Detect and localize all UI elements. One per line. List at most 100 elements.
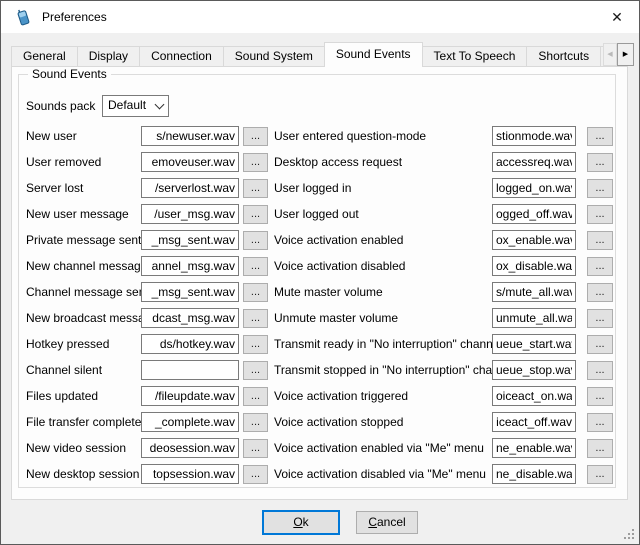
input-new-channel-message[interactable] <box>141 256 239 276</box>
browse-files-updated-button[interactable]: ... <box>243 387 268 406</box>
ok-button[interactable]: Ok <box>262 510 340 535</box>
browse-voice-activation-stopped-button[interactable]: ... <box>587 413 613 432</box>
cancel-button[interactable]: Cancel <box>356 511 418 534</box>
sound-event-row: Hotkey pressed...Transmit ready in "No i… <box>19 334 617 354</box>
tab-sound-system[interactable]: Sound System <box>223 46 325 67</box>
input-voice-activation-disabled[interactable] <box>492 256 576 276</box>
input-transmit-ready-in-no-interruption-channel[interactable] <box>492 334 576 354</box>
browse-user-logged-in-button[interactable]: ... <box>587 179 613 198</box>
app-icon <box>14 8 33 27</box>
tab-scroll-right-icon[interactable]: ▶ <box>617 43 634 66</box>
input-hotkey-pressed[interactable] <box>141 334 239 354</box>
browse-voice-activation-triggered-button[interactable]: ... <box>587 387 613 406</box>
sounds-pack-select[interactable]: Default <box>102 95 169 117</box>
input-new-user-message[interactable] <box>141 204 239 224</box>
browse-transmit-stopped-in-no-interruption-channel-button[interactable]: ... <box>587 361 613 380</box>
chevron-down-icon <box>155 100 165 110</box>
label-new-video-session: New video session <box>26 438 126 458</box>
input-user-removed[interactable] <box>141 152 239 172</box>
sound-event-row: Server lost...User logged in... <box>19 178 617 198</box>
browse-channel-message-sent-button[interactable]: ... <box>243 283 268 302</box>
label-voice-activation-disabled-via-me-menu: Voice activation disabled via "Me" menu <box>274 464 486 484</box>
browse-server-lost-button[interactable]: ... <box>243 179 268 198</box>
input-file-transfer-complete[interactable] <box>141 412 239 432</box>
tab-scroll-left-icon[interactable]: ◀ <box>603 43 617 66</box>
input-unmute-master-volume[interactable] <box>492 308 576 328</box>
browse-new-desktop-session-button[interactable]: ... <box>243 465 268 484</box>
tab-text-to-speech[interactable]: Text To Speech <box>422 46 528 67</box>
input-new-user[interactable] <box>141 126 239 146</box>
browse-channel-silent-button[interactable]: ... <box>243 361 268 380</box>
label-transmit-stopped-in-no-interruption-channel: Transmit stopped in "No interruption" ch… <box>274 360 515 380</box>
input-voice-activation-stopped[interactable] <box>492 412 576 432</box>
tab-shortcuts[interactable]: Shortcuts <box>526 46 601 67</box>
input-files-updated[interactable] <box>141 386 239 406</box>
sounds-pack-value: Default <box>108 98 146 112</box>
label-unmute-master-volume: Unmute master volume <box>274 308 398 328</box>
input-user-logged-in[interactable] <box>492 178 576 198</box>
tab-bar: GeneralDisplayConnectionSound SystemSoun… <box>11 42 603 67</box>
input-private-message-sent[interactable] <box>141 230 239 250</box>
label-private-message-sent: Private message sent <box>26 230 141 250</box>
input-transmit-stopped-in-no-interruption-channel[interactable] <box>492 360 576 380</box>
browse-new-broadcast-message-button[interactable]: ... <box>243 309 268 328</box>
label-files-updated: Files updated <box>26 386 98 406</box>
title-bar: Preferences ✕ <box>1 1 639 33</box>
input-channel-message-sent[interactable] <box>141 282 239 302</box>
browse-transmit-ready-in-no-interruption-channel-button[interactable]: ... <box>587 335 613 354</box>
browse-hotkey-pressed-button[interactable]: ... <box>243 335 268 354</box>
browse-private-message-sent-button[interactable]: ... <box>243 231 268 250</box>
browse-voice-activation-enabled-button[interactable]: ... <box>587 231 613 250</box>
input-voice-activation-triggered[interactable] <box>492 386 576 406</box>
browse-mute-master-volume-button[interactable]: ... <box>587 283 613 302</box>
browse-voice-activation-disabled-button[interactable]: ... <box>587 257 613 276</box>
close-icon[interactable]: ✕ <box>607 8 627 26</box>
label-user-entered-question-mode: User entered question-mode <box>274 126 426 146</box>
browse-new-user-button[interactable]: ... <box>243 127 268 146</box>
input-new-desktop-session[interactable] <box>141 464 239 484</box>
browse-user-entered-question-mode-button[interactable]: ... <box>587 127 613 146</box>
label-user-logged-in: User logged in <box>274 178 351 198</box>
label-transmit-ready-in-no-interruption-channel: Transmit ready in "No interruption" chan… <box>274 334 502 354</box>
label-voice-activation-enabled: Voice activation enabled <box>274 230 403 250</box>
input-new-video-session[interactable] <box>141 438 239 458</box>
browse-unmute-master-volume-button[interactable]: ... <box>587 309 613 328</box>
tab-connection[interactable]: Connection <box>139 46 224 67</box>
input-user-entered-question-mode[interactable] <box>492 126 576 146</box>
resize-grip[interactable] <box>632 537 634 539</box>
label-user-removed: User removed <box>26 152 101 172</box>
input-voice-activation-enabled-via-me-menu[interactable] <box>492 438 576 458</box>
label-voice-activation-triggered: Voice activation triggered <box>274 386 408 406</box>
window-title: Preferences <box>42 10 107 24</box>
browse-user-logged-out-button[interactable]: ... <box>587 205 613 224</box>
tab-general[interactable]: General <box>11 46 78 67</box>
sound-event-row: New desktop session... Voice activation d… <box>19 464 617 484</box>
tab-sound-events[interactable]: Sound Events <box>324 42 423 67</box>
sound-event-row: User removed...Desktop access request... <box>19 152 617 172</box>
input-mute-master-volume[interactable] <box>492 282 576 302</box>
input-server-lost[interactable] <box>141 178 239 198</box>
browse-desktop-access-request-button[interactable]: ... <box>587 153 613 172</box>
input-voice-activation-enabled[interactable] <box>492 230 576 250</box>
label-mute-master-volume: Mute master volume <box>274 282 383 302</box>
browse-voice-activation-enabled-via-me-menu-button[interactable]: ... <box>587 439 613 458</box>
browse-voice-activation-disabled-via-me-menu-button[interactable]: ... <box>587 465 613 484</box>
tab-display[interactable]: Display <box>77 46 140 67</box>
browse-new-channel-message-button[interactable]: ... <box>243 257 268 276</box>
label-file-transfer-complete: File transfer complete <box>26 412 141 432</box>
browse-new-video-session-button[interactable]: ... <box>243 439 268 458</box>
browse-file-transfer-complete-button[interactable]: ... <box>243 413 268 432</box>
label-new-user: New user <box>26 126 77 146</box>
label-new-desktop-session: New desktop session <box>26 464 139 484</box>
group-title: Sound Events <box>28 67 111 81</box>
input-desktop-access-request[interactable] <box>492 152 576 172</box>
sound-event-row: File transfer complete...Voice activatio… <box>19 412 617 432</box>
input-voice-activation-disabled-via-me-menu[interactable] <box>492 464 576 484</box>
input-user-logged-out[interactable] <box>492 204 576 224</box>
browse-user-removed-button[interactable]: ... <box>243 153 268 172</box>
input-new-broadcast-message[interactable] <box>141 308 239 328</box>
browse-new-user-message-button[interactable]: ... <box>243 205 268 224</box>
input-channel-silent[interactable] <box>141 360 239 380</box>
sound-event-row: Channel silent...Transmit stopped in "No… <box>19 360 617 380</box>
sound-event-row: New user... User entered question-mode... <box>19 126 617 146</box>
